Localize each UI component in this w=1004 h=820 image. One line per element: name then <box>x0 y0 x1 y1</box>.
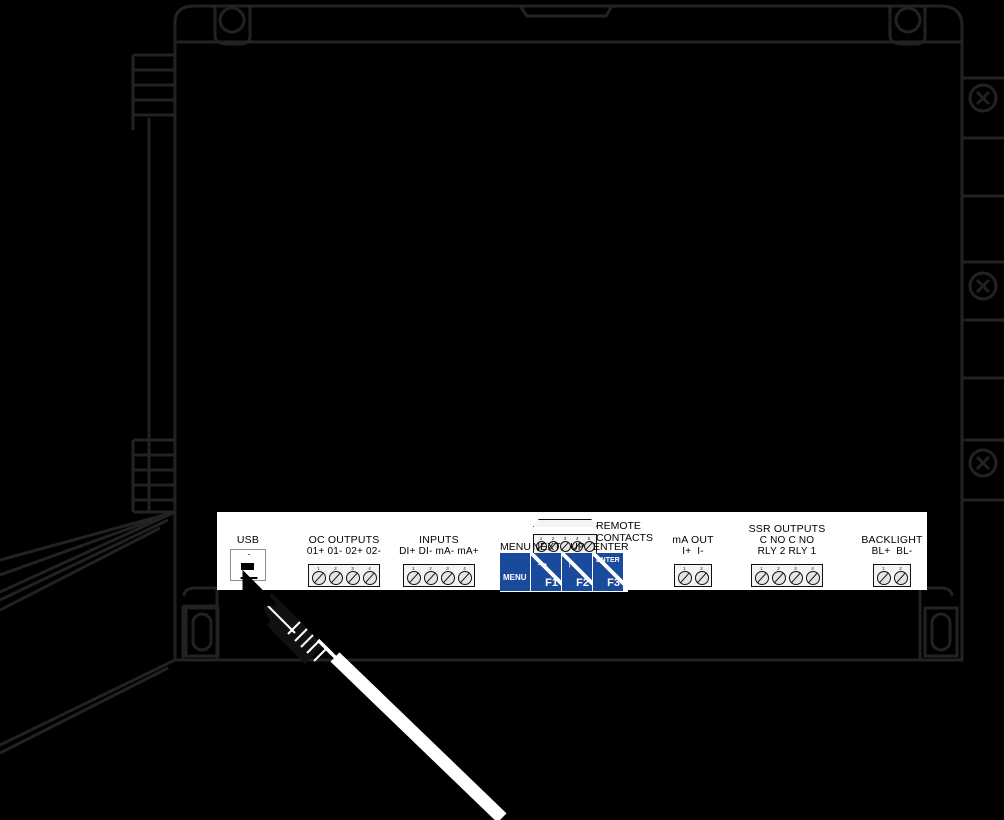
usb-cable <box>330 652 507 820</box>
usb-cable-artwork <box>242 569 507 820</box>
strain-relief <box>316 638 341 663</box>
diagram-canvas: USB OC OUTPUTS 01+ 01- 02+ 02- 1 2 3 4 I… <box>0 0 1004 820</box>
